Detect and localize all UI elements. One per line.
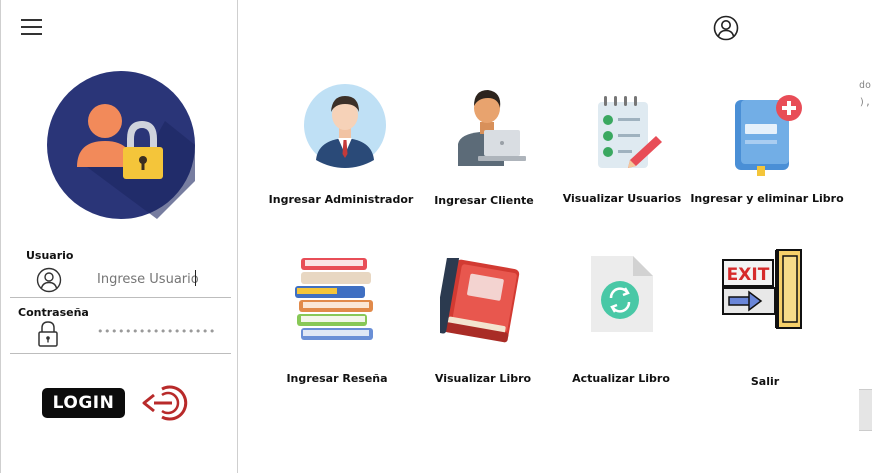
menu-label-book-manage: Ingresar y eliminar Libro — [690, 192, 844, 205]
user-lock-logo-icon — [47, 71, 195, 219]
menu-tile-update-book[interactable]: Actualizar Libro — [541, 252, 701, 385]
lock-icon — [38, 321, 58, 347]
menu-tile-client[interactable]: Ingresar Cliente — [404, 82, 564, 207]
edge-code-text: do — [859, 80, 872, 91]
menu-tile-review[interactable]: Ingresar Reseña — [257, 258, 417, 385]
menu-tile-book-manage[interactable]: Ingresar y eliminar Libro — [687, 94, 847, 205]
password-underline — [10, 353, 231, 354]
exit-sign-text: EXIT — [727, 265, 770, 285]
password-input[interactable]: ••••••••••••••••• — [97, 325, 231, 345]
account-icon[interactable] — [713, 15, 739, 41]
login-arrow-icon[interactable] — [140, 383, 192, 423]
checklist-icon — [598, 96, 662, 168]
edge-scrollbar[interactable] — [859, 389, 872, 431]
menu-tile-users[interactable]: Visualizar Usuarios — [542, 96, 702, 205]
book-stack-icon — [295, 258, 373, 340]
hamburger-menu-icon[interactable] — [21, 19, 42, 35]
add-book-icon — [735, 95, 802, 176]
red-book-icon — [440, 258, 520, 343]
exit-door-icon: EXIT — [722, 249, 802, 329]
edge-code-text: ), — [859, 97, 872, 108]
username-label: Usuario — [26, 249, 74, 262]
menu-tile-view-book[interactable]: Visualizar Libro — [403, 258, 563, 385]
login-button[interactable]: LOGIN — [42, 388, 125, 418]
client-laptop-icon — [458, 90, 526, 166]
text-caret — [195, 270, 196, 286]
password-label: Contraseña — [18, 306, 89, 319]
menu-tile-admin[interactable]: Ingresar Administrador — [261, 82, 421, 206]
menu-label-exit: Salir — [750, 375, 780, 388]
login-sidebar: Usuario Contraseña ••••••••••••••••• LOG… — [0, 0, 238, 473]
menu-tile-exit[interactable]: EXIT Salir — [685, 248, 845, 388]
update-file-icon — [591, 256, 653, 332]
username-input[interactable] — [97, 267, 231, 291]
username-underline — [10, 297, 231, 298]
user-icon — [36, 267, 62, 293]
admin-avatar-icon — [304, 84, 386, 168]
